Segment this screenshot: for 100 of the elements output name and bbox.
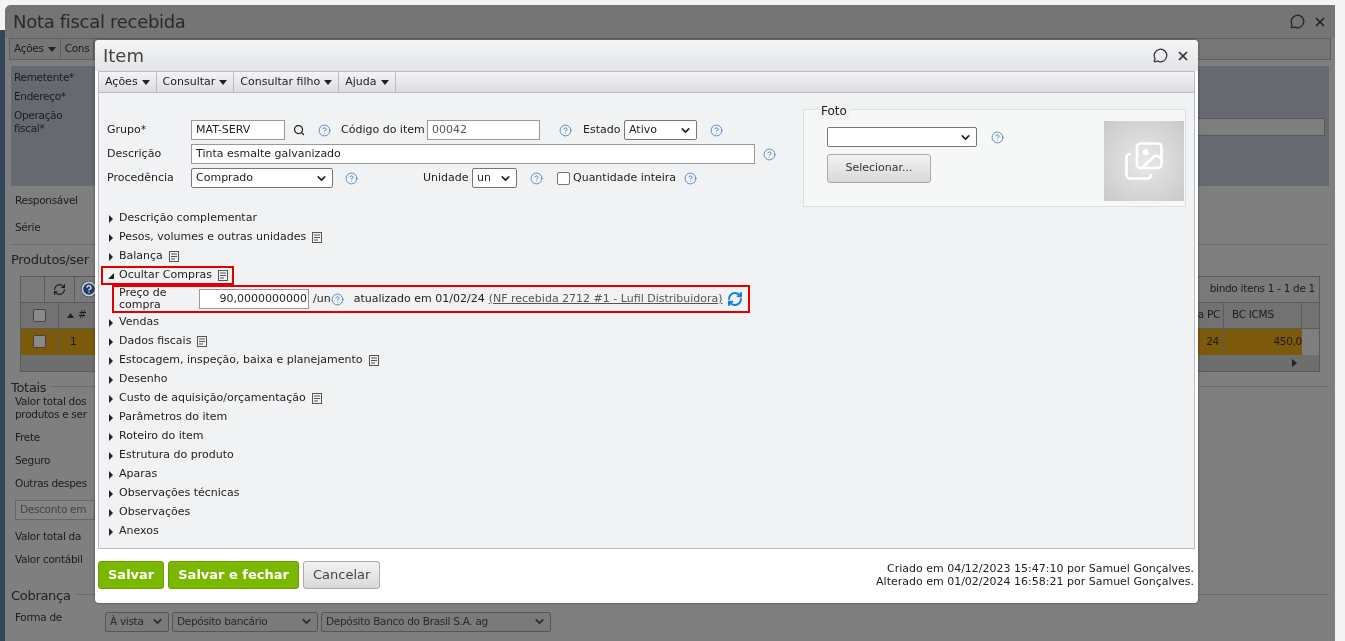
pager-text: bindo itens 1 - 1 de 1 bbox=[1209, 281, 1316, 297]
section-toggle[interactable]: Vendas bbox=[107, 313, 163, 332]
caret-icon bbox=[219, 79, 228, 85]
expand-arrow-icon[interactable] bbox=[107, 413, 115, 422]
expand-arrow-icon[interactable] bbox=[107, 508, 115, 517]
field-label: Código do item bbox=[341, 121, 426, 138]
section-title: Produtos/ser bbox=[11, 251, 89, 269]
search-icon[interactable] bbox=[293, 124, 305, 136]
expand-arrow-icon[interactable] bbox=[107, 337, 115, 346]
expand-arrow-icon[interactable] bbox=[107, 318, 115, 327]
field-label: Forma de bbox=[15, 609, 63, 625]
notes-icon[interactable] bbox=[368, 355, 379, 366]
field-label: Remetente* bbox=[14, 71, 76, 84]
input-field[interactable]: 90,0000000000 bbox=[199, 289, 309, 309]
expand-arrow-icon[interactable] bbox=[107, 394, 115, 403]
image-icon bbox=[1123, 140, 1165, 182]
expand-arrow-icon[interactable] bbox=[107, 356, 115, 365]
checkbox[interactable] bbox=[33, 335, 46, 348]
select-button[interactable]: Selecionar... bbox=[827, 154, 931, 183]
field-label: Unidade bbox=[423, 169, 470, 186]
menu-item[interactable]: Ações bbox=[99, 72, 157, 92]
collapse-arrow-icon[interactable] bbox=[107, 271, 115, 280]
section-toggle[interactable]: Custo de aquisição/orçamentação bbox=[107, 389, 326, 408]
caret-icon bbox=[47, 46, 56, 52]
field-label: Descrição bbox=[107, 145, 163, 162]
state-select[interactable]: Ativo bbox=[624, 120, 697, 140]
notes-icon[interactable] bbox=[217, 270, 228, 281]
section-toggle[interactable]: Anexos bbox=[107, 522, 163, 541]
checkbox[interactable] bbox=[557, 171, 570, 185]
section-toggle[interactable]: Roteiro do item bbox=[107, 427, 208, 446]
field-label: Frete bbox=[15, 430, 40, 444]
audit-text: Criado em 04/12/2023 15:47:10 por Samuel Gonçalves. bbox=[886, 562, 1194, 575]
column-header[interactable]: BC ICMS bbox=[1224, 302, 1302, 328]
input-field[interactable]: MAT-SERV bbox=[191, 120, 285, 140]
menu-item[interactable]: Consultar bbox=[156, 72, 235, 92]
input-field[interactable]: Tinta esmalte galvanizado bbox=[191, 144, 755, 164]
refresh-icon[interactable] bbox=[53, 282, 66, 296]
expand-arrow-icon[interactable] bbox=[107, 527, 115, 536]
expand-arrow-icon[interactable] bbox=[107, 432, 115, 441]
field-label: Outras despes bbox=[15, 476, 87, 490]
section-toggle[interactable]: Desenho bbox=[107, 370, 172, 389]
section-toggle[interactable]: Pesos, volumes e outras unidades bbox=[107, 228, 327, 247]
table-cell-text: 450,0 bbox=[1272, 333, 1302, 349]
section-toggle[interactable]: Ocultar Compras bbox=[101, 266, 234, 285]
field-label: Valor total da bbox=[15, 529, 82, 543]
section-toggle[interactable]: Observações bbox=[107, 503, 195, 522]
menu-item[interactable]: Ajuda bbox=[339, 72, 396, 92]
caret-icon bbox=[324, 79, 333, 85]
section-toggle[interactable]: Balança bbox=[107, 247, 183, 266]
menu-item[interactable]: Ações bbox=[10, 39, 61, 59]
table-cell-text: 1 bbox=[69, 333, 77, 349]
expand-arrow-icon[interactable] bbox=[107, 252, 115, 261]
expand-arrow-icon[interactable] bbox=[107, 470, 115, 479]
updated-text: atualizado em 01/02/24 bbox=[353, 290, 485, 307]
field-label: Valor total dos produtos e ser bbox=[15, 394, 88, 421]
notes-icon[interactable] bbox=[168, 251, 179, 262]
field-label: Valor contábil bbox=[15, 552, 83, 566]
section-toggle[interactable]: Observações técnicas bbox=[107, 484, 244, 503]
audit-text: Alterado em 01/02/2024 16:58:21 por Samuel Gonçalves. bbox=[876, 575, 1194, 588]
input-field[interactable]: 00042 bbox=[427, 120, 540, 140]
origin-select[interactable]: Comprado bbox=[191, 168, 333, 188]
section-toggle[interactable]: Descrição complementar bbox=[107, 209, 261, 228]
section-toggle[interactable]: Parâmetros do item bbox=[107, 408, 232, 427]
column-header[interactable]: # bbox=[59, 307, 87, 323]
field-label: Seguro bbox=[15, 453, 51, 467]
menu-item[interactable]: Cons bbox=[60, 39, 95, 59]
expand-arrow-icon[interactable] bbox=[107, 375, 115, 384]
notes-icon[interactable] bbox=[311, 393, 322, 404]
unit-label: /un bbox=[313, 290, 331, 307]
expand-arrow-icon[interactable] bbox=[107, 451, 115, 460]
field-label: Procedência bbox=[107, 169, 175, 186]
refresh-icon[interactable] bbox=[726, 291, 743, 307]
section-toggle[interactable]: Dados fiscais bbox=[107, 332, 212, 351]
scroll-right-icon[interactable] bbox=[1292, 358, 1297, 367]
photo-select[interactable] bbox=[827, 127, 977, 147]
field-label: Endereço* bbox=[14, 90, 67, 103]
section-toggle[interactable]: Estrutura do produto bbox=[107, 446, 238, 465]
field-label: Operação fiscal* bbox=[14, 109, 64, 135]
expand-arrow-icon[interactable] bbox=[107, 233, 115, 242]
section-toggle[interactable]: Aparas bbox=[107, 465, 162, 484]
dialog-button[interactable]: Cancelar bbox=[303, 561, 381, 589]
field-label: Estado bbox=[583, 121, 622, 138]
vertical-scrollbar[interactable] bbox=[1302, 328, 1319, 355]
notes-icon[interactable] bbox=[197, 336, 208, 347]
expand-arrow-icon[interactable] bbox=[107, 214, 115, 223]
caret-icon bbox=[380, 79, 389, 85]
field-label: Série bbox=[15, 219, 41, 235]
dialog-title: Item bbox=[103, 44, 144, 68]
checkbox[interactable] bbox=[33, 308, 46, 322]
notes-icon[interactable] bbox=[312, 232, 323, 243]
unit-select[interactable]: un bbox=[472, 168, 517, 188]
checkbox-label: Quantidade inteira bbox=[573, 169, 677, 186]
section-toggle[interactable]: Estocagem, inspeção, baixa e planejamento bbox=[107, 351, 383, 370]
invoice-link[interactable]: (NF recebida 2712 #1 - Lufil Distribuidora) bbox=[488, 290, 723, 308]
caret-icon bbox=[141, 79, 150, 85]
comment-icon[interactable] bbox=[1153, 48, 1168, 63]
field-label: Preço de compra bbox=[119, 287, 168, 311]
window-title: Nota fiscal recebida bbox=[13, 10, 186, 34]
menu-item[interactable]: Consultar filho bbox=[234, 72, 340, 92]
expand-arrow-icon[interactable] bbox=[107, 489, 115, 498]
